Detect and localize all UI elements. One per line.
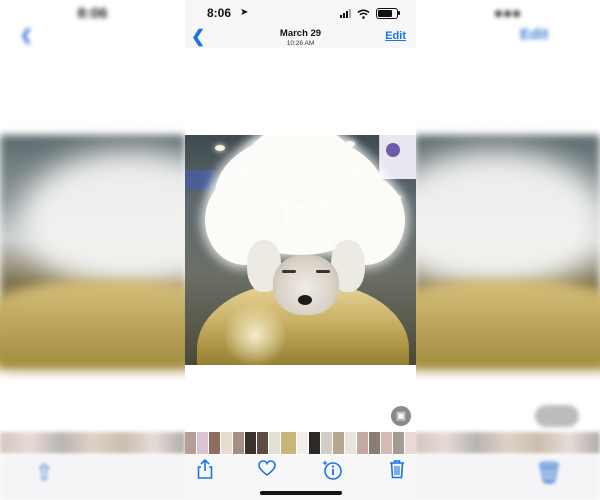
thumbnail[interactable]	[345, 432, 356, 454]
photo-viewer: 8:06 ➤ ❮ March 29 10:26 AM Edit ▣	[185, 0, 416, 500]
thumbnail[interactable]	[369, 432, 380, 454]
home-indicator	[260, 491, 342, 495]
thumbnail[interactable]	[269, 432, 280, 454]
photo-title: March 29 10:26 AM	[185, 28, 416, 48]
blurred-toolbar	[415, 455, 600, 500]
blurred-trash-icon: 🗑	[535, 460, 563, 485]
status-indicators	[340, 8, 400, 19]
battery-level	[378, 10, 392, 17]
thumbnail-strip[interactable]	[185, 432, 416, 454]
poodle-eye	[316, 270, 330, 273]
status-time: 8:06	[207, 6, 232, 20]
navigation-arrow-icon: ➤	[240, 7, 249, 18]
background-sign	[185, 170, 215, 190]
poodle-face	[273, 255, 339, 315]
blurred-fur	[415, 150, 600, 290]
thumbnail[interactable]	[197, 432, 208, 454]
navigation-bar: ❮ March 29 10:26 AM Edit	[185, 26, 416, 48]
info-sparkle-icon[interactable]	[320, 459, 344, 483]
thumbnail[interactable]	[233, 432, 244, 454]
background-banner	[379, 135, 416, 179]
previous-photo-preview[interactable]: 8:06 ❮ ⇧	[0, 0, 185, 500]
heart-icon[interactable]	[255, 459, 279, 483]
battery-icon	[376, 8, 400, 19]
poodle-nose	[298, 295, 312, 305]
thumbnail[interactable]	[321, 432, 332, 454]
status-bar: 8:06 ➤	[185, 0, 416, 26]
blurred-thumbnails	[415, 432, 600, 454]
share-icon[interactable]	[193, 458, 217, 483]
photo-date: March 29	[279, 28, 322, 39]
blurred-cushion	[0, 280, 185, 370]
thumbnail[interactable]	[393, 432, 404, 454]
blurred-thumbnails	[0, 432, 185, 454]
next-photo-preview[interactable]: ●●● Edit 🗑	[415, 0, 600, 500]
banner-logo	[386, 143, 400, 157]
blurred-back-chevron-icon: ❮	[20, 27, 33, 44]
thumbnail[interactable]	[297, 432, 308, 454]
photo-time: 10:26 AM	[286, 40, 315, 47]
cushion-highlight	[225, 300, 285, 365]
wifi-icon	[357, 9, 370, 19]
thumbnail[interactable]	[309, 432, 320, 454]
thumbnail[interactable]	[221, 432, 232, 454]
thumbnail[interactable]	[381, 432, 392, 454]
blurred-edit-label: Edit	[520, 26, 549, 43]
poodle-photo[interactable]	[185, 135, 416, 365]
cellular-signal-icon	[340, 9, 351, 18]
thumbnail[interactable]	[357, 432, 368, 454]
blurred-cushion	[415, 280, 600, 370]
thumbnail[interactable]	[257, 432, 268, 454]
thumbnail[interactable]	[209, 432, 220, 454]
live-text-icon[interactable]: ▣	[391, 406, 411, 426]
poodle-eye	[282, 270, 296, 273]
blurred-share-icon: ⇧	[35, 460, 54, 485]
thumbnail[interactable]	[333, 432, 344, 454]
trash-icon[interactable]	[385, 459, 409, 483]
ceiling-light	[215, 145, 225, 151]
thumbnail[interactable]	[245, 432, 256, 454]
bottom-toolbar	[185, 455, 416, 500]
thumbnail-selected[interactable]	[280, 432, 297, 454]
blurred-toolbar	[0, 455, 185, 500]
blurred-scan-button	[535, 405, 579, 427]
thumbnail[interactable]	[185, 432, 196, 454]
thumbnail[interactable]	[405, 432, 416, 454]
blurred-status-time: 8:06	[77, 4, 108, 22]
edit-button[interactable]: Edit	[385, 30, 406, 42]
blurred-status-icons: ●●●	[493, 4, 522, 22]
